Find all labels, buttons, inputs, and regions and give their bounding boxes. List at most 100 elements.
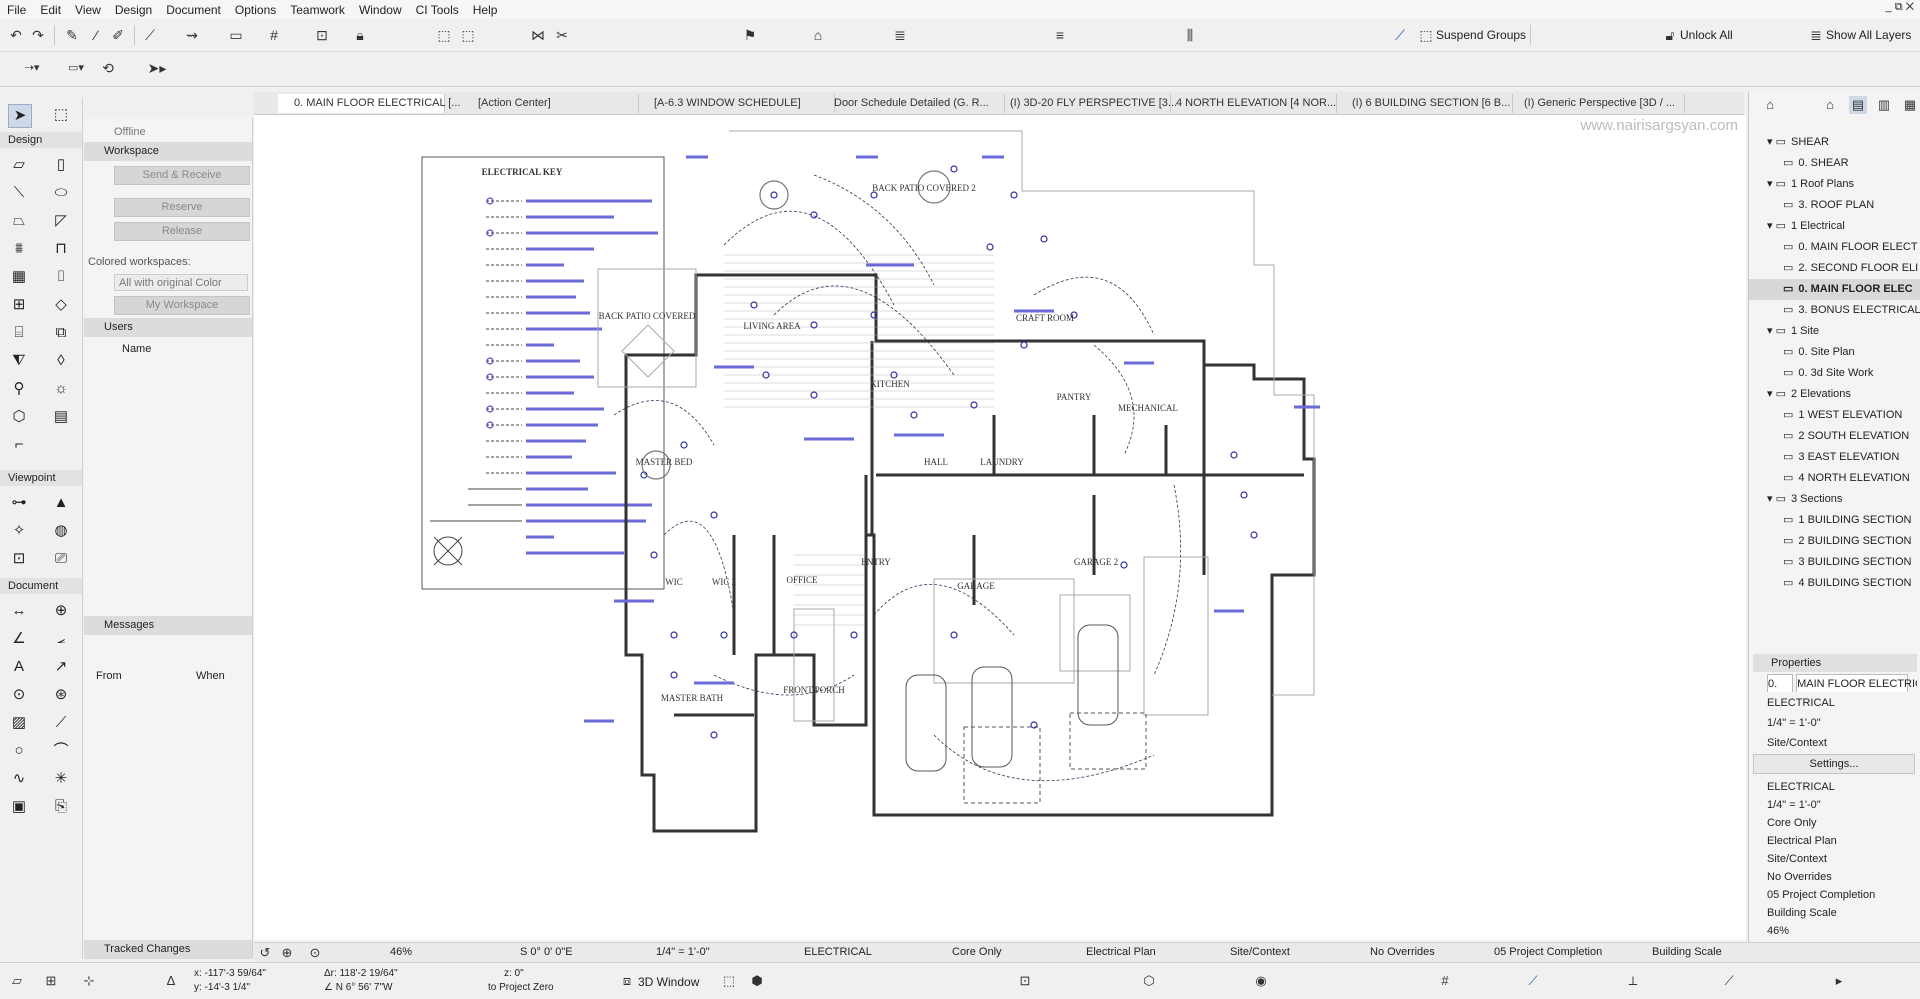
rotate-icon[interactable]: ⟲ — [98, 58, 118, 78]
document-section-header[interactable]: Document — [0, 578, 82, 594]
properties-header[interactable]: Properties — [1753, 654, 1917, 672]
view-property-row[interactable]: ELECTRICAL — [1753, 778, 1917, 796]
align-icon[interactable]: ≡ — [1050, 25, 1070, 45]
settings-button[interactable]: Settings... — [1753, 754, 1915, 774]
menu-document[interactable]: Document — [159, 3, 228, 17]
window-tool[interactable]: ⊞ — [8, 294, 30, 316]
navigator-item[interactable]: ▭ 2. SECOND FLOOR ELI — [1749, 258, 1920, 279]
view-mode-icon[interactable]: ⬡ — [1140, 972, 1158, 990]
menu-view[interactable]: View — [68, 3, 108, 17]
undo-view-icon[interactable]: ↺ — [256, 944, 274, 962]
intersect-icon[interactable]: ⋈ — [528, 25, 548, 45]
roof-tool[interactable]: ⏢ — [8, 210, 30, 232]
worksheet-tool[interactable]: ◍ — [50, 520, 72, 542]
navigator-item[interactable]: ▭ 2 BUILDING SECTION — [1749, 531, 1920, 552]
navigator-item[interactable]: ▭ 1 BUILDING SECTION — [1749, 510, 1920, 531]
box-icon[interactable]: ⬚ — [720, 972, 738, 990]
ungroup-icon[interactable]: ⬚ — [458, 25, 478, 45]
figure-tool[interactable]: ⚲ — [8, 378, 30, 400]
unlock-all-button[interactable]: Unlock All — [1680, 28, 1733, 42]
marquee-mode-icon[interactable]: ▭▾ — [56, 58, 96, 78]
wall-tool[interactable]: ▱ — [8, 154, 30, 176]
shell-tool[interactable]: ◸ — [50, 210, 72, 232]
scale-value[interactable]: 1/4" = 1'-0" — [656, 946, 710, 958]
zone-tool[interactable]: ⧉ — [50, 322, 72, 344]
lamp-tool[interactable]: ☼ — [50, 378, 72, 400]
hotspot-tool[interactable]: ✳ — [50, 768, 72, 790]
grid-element-tool[interactable]: ▤ — [50, 406, 72, 428]
project-zero[interactable]: to Project Zero — [488, 982, 554, 993]
coord-z[interactable]: z: 0" — [504, 968, 524, 979]
eyedropper-icon[interactable]: ✐ — [108, 25, 128, 45]
cursor-snap-icon[interactable]: ▱ — [8, 972, 26, 990]
redo-icon[interactable]: ↷ — [28, 25, 48, 45]
camera-icon[interactable]: ◉ — [1252, 972, 1270, 990]
graphic-override-value[interactable]: Site/Context — [1230, 946, 1290, 958]
tab-window-schedule[interactable]: [A-6.3 WINDOW SCHEDULE] — [638, 94, 835, 113]
select-mode-icon[interactable]: ⇢▾ — [12, 58, 52, 78]
fill-tool[interactable]: ▨ — [8, 712, 30, 734]
send-receive-button[interactable]: Send & Receive — [114, 166, 250, 185]
angle-dimension-tool[interactable]: ∠ — [8, 628, 30, 650]
3d-window-button[interactable]: 3D Window — [638, 975, 699, 989]
tab-action-center[interactable]: [Action Center] — [462, 94, 639, 113]
menu-options[interactable]: Options — [228, 3, 283, 17]
release-button[interactable]: Release — [114, 222, 250, 241]
undo-icon[interactable]: ↶ — [6, 25, 26, 45]
tab-north-elevation[interactable]: 4 NORTH ELEVATION [4 NOR... — [1160, 94, 1337, 113]
view-property-row[interactable]: 46% — [1753, 922, 1917, 940]
renovation-value[interactable]: 05 Project Completion — [1494, 946, 1602, 958]
dimension-value[interactable]: Building Scale — [1652, 946, 1722, 958]
suspend-groups-button[interactable]: Suspend Groups — [1436, 28, 1526, 42]
interior-elevation-tool[interactable]: ✧ — [8, 520, 30, 542]
pen-set-value[interactable]: Electrical Plan — [1086, 946, 1156, 958]
radial-dimension-tool[interactable]: ⦟ — [50, 628, 72, 650]
tab-generic-perspective[interactable]: (I) Generic Perspective [3D / ... — [1508, 94, 1685, 113]
constraint-icon[interactable]: ⊹ — [80, 972, 98, 990]
guide-line-icon[interactable]: ⇝ — [182, 25, 202, 45]
navigator-item[interactable]: ▭ 4 NORTH ELEVATION — [1749, 468, 1920, 489]
properties-id-field[interactable]: 0. — [1767, 674, 1793, 692]
tab-fly-perspective[interactable]: (I) 3D-20 FLY PERSPECTIVE [3... — [994, 94, 1177, 113]
navigator-item[interactable]: ▾ ▭ 1 Electrical — [1749, 216, 1920, 237]
tracked-changes-header[interactable]: Tracked Changes — [84, 940, 252, 959]
object-tool[interactable]: ⌸ — [8, 322, 30, 344]
3d-window-icon[interactable]: ⧈ — [618, 972, 636, 990]
project-map-icon[interactable]: ⌂ — [1761, 96, 1779, 114]
navigator-item[interactable]: ▾ ▭ SHEAR — [1749, 132, 1920, 153]
arrow-right-icon[interactable]: ▸ — [1830, 972, 1848, 990]
drawing-tool[interactable]: ⎘ — [50, 796, 72, 818]
text-tool[interactable]: A — [8, 656, 30, 678]
layers-icon[interactable]: ≣ — [890, 25, 910, 45]
unlock-icon[interactable]: 🔓︎ — [1660, 25, 1680, 45]
messages-header[interactable]: Messages — [84, 616, 252, 635]
navigator-item[interactable]: ▭ 3. ROOF PLAN — [1749, 195, 1920, 216]
view-property-row[interactable]: Core Only — [1753, 814, 1917, 832]
pick-up-icon[interactable]: ✎ — [62, 25, 82, 45]
arrow-tool-icon[interactable]: ➤▸ — [140, 58, 174, 78]
grid-toggle-icon[interactable]: # — [1436, 972, 1454, 990]
model-view-value[interactable]: Core Only — [952, 946, 1002, 958]
tab-door-schedule[interactable]: Door Schedule Detailed (G. R... — [818, 94, 1005, 113]
view-property-row[interactable]: Site/Context — [1753, 850, 1917, 868]
column-tool[interactable]: ▯ — [50, 154, 72, 176]
change-tool[interactable]: ⊛ — [50, 684, 72, 706]
distribute-icon[interactable]: ⫼ — [1180, 25, 1200, 45]
menu-window[interactable]: Window — [352, 3, 409, 17]
layout-book-icon[interactable]: ▤ — [1849, 96, 1867, 114]
plant-tool[interactable]: ⌐ — [8, 434, 30, 456]
coord-direction[interactable]: ∠ N 6° 56' 7"W — [324, 982, 392, 993]
navigator-item[interactable]: ▾ ▭ 2 Elevations — [1749, 384, 1920, 405]
properties-name-field[interactable]: MAIN FLOOR ELECTRICAL — [1796, 674, 1917, 692]
marquee-tool[interactable]: ⬚ — [50, 104, 72, 126]
zoom-fit-icon[interactable]: ⊙ — [306, 944, 324, 962]
railing-tool[interactable]: ⊓ — [50, 238, 72, 260]
tab-building-section[interactable]: (I) 6 BUILDING SECTION [6 B... — [1336, 94, 1513, 113]
line-tool[interactable]: ⟋ — [50, 712, 72, 734]
measure-icon[interactable]: ⟂ — [1624, 972, 1642, 990]
beam-tool[interactable]: ⟍ — [8, 182, 30, 204]
navigator-item[interactable]: ▾ ▭ 3 Sections — [1749, 489, 1920, 510]
menu-file[interactable]: File — [0, 3, 33, 17]
layer-combo-value[interactable]: ELECTRICAL — [804, 946, 872, 958]
navigator-item[interactable]: ▭ 1 WEST ELEVATION — [1749, 405, 1920, 426]
